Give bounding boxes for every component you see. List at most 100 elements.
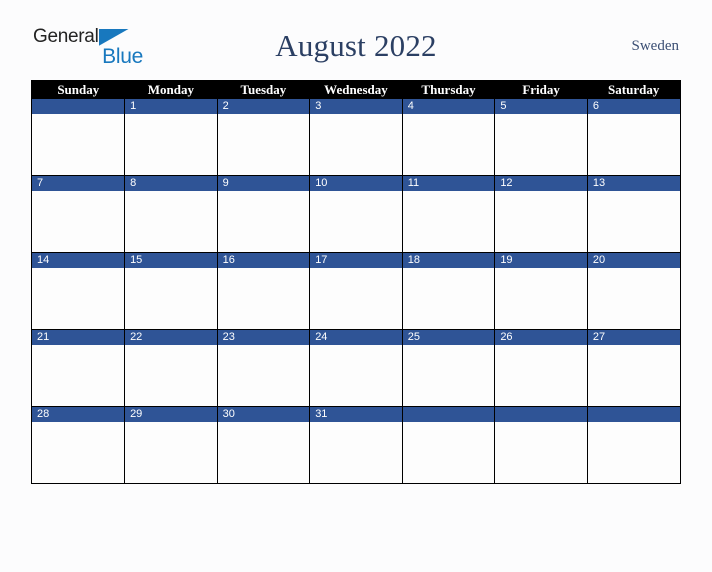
day-notes-area[interactable] bbox=[32, 422, 124, 483]
calendar-day-cell[interactable]: 6 bbox=[586, 99, 680, 176]
day-notes-area[interactable] bbox=[588, 191, 680, 252]
region-label: Sweden bbox=[631, 38, 680, 54]
day-notes-area[interactable] bbox=[218, 191, 310, 252]
calendar-day-cell[interactable]: 5 bbox=[494, 99, 588, 176]
calendar-day-cell[interactable]: 3 bbox=[309, 99, 403, 176]
day-notes-area[interactable] bbox=[403, 345, 495, 406]
calendar-day-cell[interactable]: 30 bbox=[216, 406, 310, 483]
day-number: 2 bbox=[217, 99, 310, 114]
day-notes-area[interactable] bbox=[403, 114, 495, 175]
calendar-day-cell[interactable]: 24 bbox=[309, 329, 403, 407]
weekday-header-friday: Friday bbox=[494, 80, 588, 99]
calendar-day-cell[interactable]: 11 bbox=[401, 175, 495, 253]
calendar-day-cell[interactable] bbox=[32, 99, 125, 176]
day-number bbox=[32, 99, 125, 114]
calendar-day-cell[interactable]: 17 bbox=[309, 252, 403, 330]
day-notes-area[interactable] bbox=[310, 345, 402, 406]
calendar-day-cell[interactable]: 18 bbox=[401, 252, 495, 330]
calendar-day-cell[interactable]: 26 bbox=[494, 329, 588, 407]
calendar-day-cell[interactable]: 14 bbox=[32, 252, 125, 330]
day-number: 19 bbox=[495, 253, 587, 268]
calendar-day-cell[interactable]: 10 bbox=[309, 175, 403, 253]
calendar-page: General Blue August 2022 Sweden Sunday M… bbox=[0, 22, 712, 572]
day-notes-area[interactable] bbox=[403, 268, 495, 329]
day-number bbox=[587, 407, 680, 422]
day-notes-area[interactable] bbox=[495, 191, 587, 252]
calendar-day-cell[interactable]: 12 bbox=[494, 175, 588, 253]
calendar-day-cell[interactable]: 29 bbox=[124, 406, 218, 483]
day-notes-area[interactable] bbox=[588, 422, 680, 483]
calendar-week-row: 21 22 23 24 25 26 27 bbox=[32, 329, 680, 407]
calendar-day-cell[interactable]: 23 bbox=[216, 329, 310, 407]
day-number: 1 bbox=[125, 99, 217, 114]
calendar-day-cell[interactable] bbox=[586, 406, 680, 483]
calendar-day-cell[interactable] bbox=[401, 406, 495, 483]
day-notes-area[interactable] bbox=[310, 191, 402, 252]
calendar-day-cell[interactable]: 27 bbox=[586, 329, 680, 407]
calendar-week-row: 1 2 3 4 5 6 bbox=[32, 99, 680, 176]
day-notes-area[interactable] bbox=[125, 268, 217, 329]
day-notes-area[interactable] bbox=[495, 268, 587, 329]
day-notes-area[interactable] bbox=[588, 114, 680, 175]
day-notes-area[interactable] bbox=[125, 191, 217, 252]
day-number: 6 bbox=[587, 99, 680, 114]
calendar-day-cell[interactable]: 1 bbox=[124, 99, 218, 176]
calendar-day-cell[interactable]: 25 bbox=[401, 329, 495, 407]
day-notes-area[interactable] bbox=[32, 114, 124, 175]
page-title: August 2022 bbox=[275, 28, 437, 63]
calendar-day-cell[interactable]: 8 bbox=[124, 175, 218, 253]
day-number: 28 bbox=[32, 407, 125, 422]
calendar-day-cell[interactable]: 21 bbox=[32, 329, 125, 407]
calendar-day-cell[interactable] bbox=[494, 406, 588, 483]
day-notes-area[interactable] bbox=[32, 191, 124, 252]
day-notes-area[interactable] bbox=[588, 268, 680, 329]
weekday-header-saturday: Saturday bbox=[587, 80, 680, 99]
day-notes-area[interactable] bbox=[495, 422, 587, 483]
calendar-day-cell[interactable]: 9 bbox=[216, 175, 310, 253]
day-number: 13 bbox=[587, 176, 680, 191]
day-notes-area[interactable] bbox=[125, 345, 217, 406]
calendar-day-cell[interactable]: 22 bbox=[124, 329, 218, 407]
day-notes-area[interactable] bbox=[495, 114, 587, 175]
day-notes-area[interactable] bbox=[403, 191, 495, 252]
day-number: 21 bbox=[32, 330, 125, 345]
day-notes-area[interactable] bbox=[403, 422, 495, 483]
calendar-header-row: Sunday Monday Tuesday Wednesday Thursday… bbox=[32, 80, 680, 99]
calendar-day-cell[interactable]: 28 bbox=[32, 406, 125, 483]
day-notes-area[interactable] bbox=[218, 345, 310, 406]
calendar-week-row: 7 8 9 10 11 12 13 bbox=[32, 175, 680, 253]
calendar-day-cell[interactable]: 20 bbox=[586, 252, 680, 330]
day-notes-area[interactable] bbox=[310, 114, 402, 175]
day-number: 31 bbox=[310, 407, 402, 422]
weekday-header-thursday: Thursday bbox=[402, 80, 495, 99]
day-notes-area[interactable] bbox=[218, 114, 310, 175]
calendar-day-cell[interactable]: 19 bbox=[494, 252, 588, 330]
day-number: 29 bbox=[125, 407, 217, 422]
day-notes-area[interactable] bbox=[495, 345, 587, 406]
calendar-day-cell[interactable]: 16 bbox=[216, 252, 310, 330]
weekday-header-tuesday: Tuesday bbox=[217, 80, 310, 99]
day-number: 7 bbox=[32, 176, 125, 191]
day-number: 27 bbox=[587, 330, 680, 345]
day-notes-area[interactable] bbox=[32, 268, 124, 329]
calendar-day-cell[interactable]: 13 bbox=[586, 175, 680, 253]
calendar-day-cell[interactable]: 31 bbox=[309, 406, 403, 483]
calendar-day-cell[interactable]: 15 bbox=[124, 252, 218, 330]
day-notes-area[interactable] bbox=[32, 345, 124, 406]
day-notes-area[interactable] bbox=[310, 268, 402, 329]
day-number: 11 bbox=[402, 176, 495, 191]
day-notes-area[interactable] bbox=[588, 345, 680, 406]
day-notes-area[interactable] bbox=[218, 268, 310, 329]
day-notes-area[interactable] bbox=[310, 422, 402, 483]
day-number bbox=[402, 407, 495, 422]
calendar-day-cell[interactable]: 2 bbox=[216, 99, 310, 176]
day-notes-area[interactable] bbox=[125, 422, 217, 483]
day-notes-area[interactable] bbox=[218, 422, 310, 483]
calendar-day-cell[interactable]: 7 bbox=[32, 175, 125, 253]
day-number: 18 bbox=[402, 253, 495, 268]
day-number: 26 bbox=[495, 330, 587, 345]
weekday-header-sunday: Sunday bbox=[32, 80, 125, 99]
day-number: 10 bbox=[310, 176, 402, 191]
calendar-day-cell[interactable]: 4 bbox=[401, 99, 495, 176]
day-notes-area[interactable] bbox=[125, 114, 217, 175]
